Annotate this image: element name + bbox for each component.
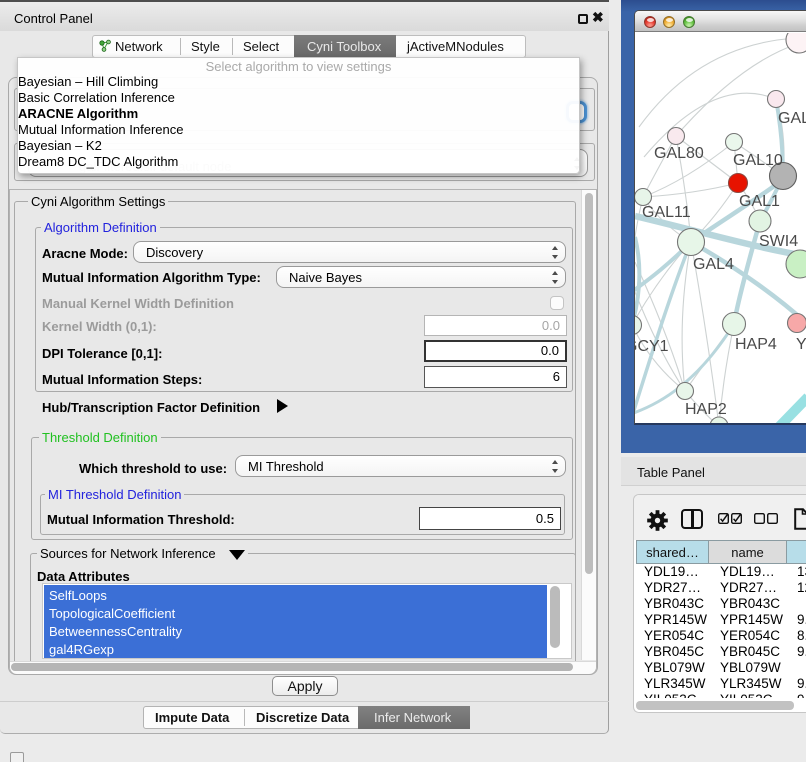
svg-text:GAL4: GAL4: [693, 256, 734, 273]
svg-text:Y: Y: [796, 336, 806, 353]
svg-text:GAL11: GAL11: [642, 204, 691, 221]
svg-text:GAL1: GAL1: [739, 193, 780, 210]
svg-text:HAP2: HAP2: [685, 401, 727, 418]
svg-text:GCY1: GCY1: [635, 338, 669, 355]
svg-text:GAL: GAL: [778, 110, 806, 127]
svg-text:HAP4: HAP4: [735, 336, 777, 353]
svg-text:GAL10: GAL10: [733, 152, 783, 169]
svg-text:GAL80: GAL80: [654, 145, 704, 162]
svg-text:SWI4: SWI4: [759, 233, 798, 250]
